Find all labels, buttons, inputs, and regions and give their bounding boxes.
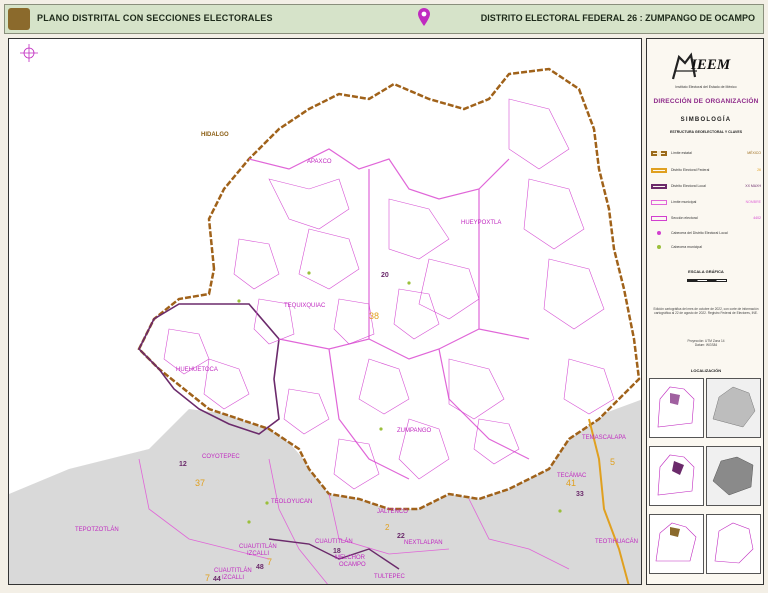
legend-section: Sección electoral 4402 [651,214,761,224]
legend-label: Límite municipal [671,200,697,204]
legend-value: 26 [757,168,761,172]
label-hidalgo: HIDALGO [201,132,229,138]
district-number-12: 12 [179,461,187,468]
logo-subtitle: Instituto Electoral del Estado de México [675,85,737,89]
map-canvas[interactable]: HIDALGO APAXCO HUEYPOXTLA TEQUIXQUIAC HU… [8,38,642,585]
simbologia-heading: SIMBOLOGÍA [680,117,732,123]
legend-value: NOMBRE [745,200,761,204]
label-apaxco: APAXCO [307,159,332,165]
cabecera-local-swatch [657,231,661,235]
label-cuautitlan-izcalli-2-line2: IZCALLI [222,575,244,581]
label-tultepec: TULTEPEC [374,574,406,580]
label-teoloyucan: TEOLOYUCAN [271,499,312,505]
district-number-22: 22 [397,533,405,540]
structure-heading: ESTRUCTURA GEOELECTORAL Y CLAVES [669,130,743,134]
label-jaltenco: JALTENCO [377,509,408,515]
legend-panel: IEEM Instituto Electoral del Estado de M… [646,38,764,585]
legend-label: Distrito Electoral Local [671,184,706,188]
local-district-swatch [651,184,667,189]
legend-cabecera-municipal: Cabecera municipal [651,243,761,253]
scale-title: ESCALA GRÁFICA [688,269,724,274]
district-number-33: 33 [576,491,584,498]
label-cuautitlan-izcalli-2-line1: CUAUTITLÁN [214,567,252,574]
map-pin-icon [418,8,430,26]
district-number-7b: 7 [205,573,210,583]
municipal-swatch [651,200,667,205]
legend-label: Límite estatal [671,151,692,155]
legend-label: Cabecera municipal [671,245,702,249]
label-melchor-ocampo-line1: MELCHOR [335,555,366,561]
edition-note: Edición cartográfica del mes de octubre … [653,307,759,316]
label-zumpango: ZUMPANGO [397,428,432,434]
location-thumbnails [649,378,763,584]
label-huehuetoca: HUEHUETOCA [176,367,218,373]
legend-local-district: Distrito Electoral Local XX MAXH [651,182,761,192]
district-number-7: 7 [267,557,272,567]
label-melchor-ocampo: MELCHOR OCAMPO [335,555,366,568]
emblem-icon [8,8,30,30]
legend-state-limit: Límite estatal MÉXICO [651,149,761,159]
district-number-37: 37 [195,478,205,488]
thumb-1 [649,378,704,438]
section-swatch [651,216,667,221]
label-tequixquiac: TEQUIXQUIAC [284,303,326,309]
organization-heading: DIRECCIÓN DE ORGANIZACIÓN [653,98,759,105]
district-title: DISTRITO ELECTORAL FEDERAL 26 : ZUMPANGO… [480,13,755,23]
localization-heading: LOCALIZACIÓN [690,368,722,373]
logo-text: IEEM [691,57,731,73]
map-svg: HIDALGO APAXCO HUEYPOXTLA TEQUIXQUIAC HU… [9,39,641,584]
projection-note: Proyección: UTM Zona 14 Datum: WGS84 [687,339,725,348]
label-tepotzotlan: TEPOTZOTLÁN [75,526,119,533]
label-cuautitlan-izcalli-line1: CUAUTITLÁN [239,543,277,550]
district-number-44: 44 [213,576,221,583]
label-hueypoxtla: HUEYPOXTLA [461,220,501,226]
legend-value: XX MAXH [745,184,761,188]
legend-cabecera-local: Cabecera del Distrito Electoral Local [651,229,761,239]
label-nextlalpan: NEXTLALPAN [404,540,443,546]
legend-label: Cabecera del Distrito Electoral Local [671,231,728,235]
label-cuautitlan-izcalli-line2: IZCALLI [247,551,269,557]
state-limit-swatch [651,151,667,156]
map-title: PLANO DISTRITAL CON SECCIONES ELECTORALE… [37,13,273,23]
district-number-41: 41 [566,478,576,488]
district-number-18: 18 [333,548,341,555]
header-bar: PLANO DISTRITAL CON SECCIONES ELECTORALE… [4,4,764,34]
legend-label: Distrito Electoral Federal [671,168,710,172]
label-temascalapa: TEMASCALAPA [582,435,626,441]
district-number-20: 20 [381,272,389,279]
district-number-48: 48 [256,564,264,571]
cabecera-municipal-swatch [657,245,661,249]
label-melchor-ocampo-line2: OCAMPO [339,562,366,568]
legend-municipal: Límite municipal NOMBRE [651,198,761,208]
scale-bar [687,279,727,282]
label-teotihuacan: TEOTIHUACÁN [595,538,638,545]
label-cuautitlan: CUAUTITLÁN [315,538,353,545]
thumb-2 [706,378,761,438]
district-number-5: 5 [610,457,615,467]
legend-label: Sección electoral [671,216,698,220]
label-coyotepec: COYOTEPEC [202,454,240,460]
federal-district-swatch [651,168,667,173]
thumb-4 [706,446,761,506]
thumb-6 [706,514,761,574]
legend-value: MÉXICO [747,151,761,155]
thumb-5 [649,514,704,574]
legend-federal-district: Distrito Electoral Federal 26 [651,166,761,176]
thumb-3 [649,446,704,506]
legend-value: 4402 [753,216,761,220]
district-number-2: 2 [385,523,390,532]
district-number-38: 38 [369,311,379,321]
